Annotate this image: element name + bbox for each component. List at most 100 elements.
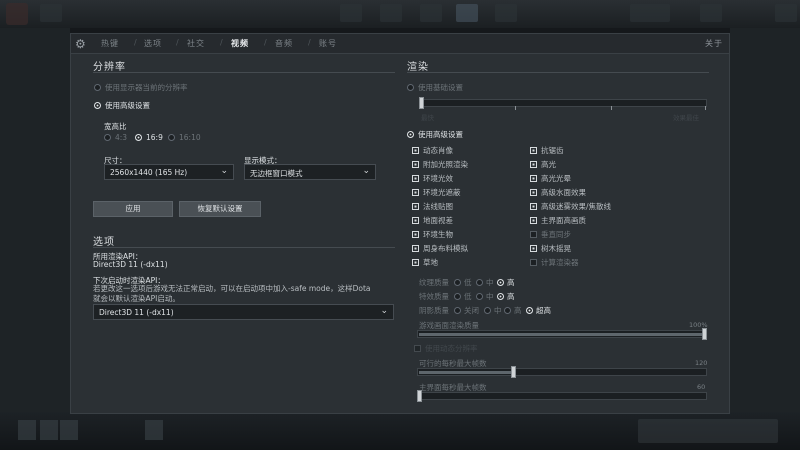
ambient-creatures-checkbox[interactable] [412,231,419,238]
specular-checkbox[interactable] [530,161,537,168]
tab-options[interactable]: 选项 [144,38,162,49]
top-bar-slot [775,4,797,22]
use-advanced-render-radio[interactable] [407,131,414,138]
render-title: 渲染 [407,62,429,73]
tab-video[interactable]: 视频 [231,38,249,49]
shadow-off-radio[interactable] [454,307,461,314]
texture-mid-label: 中 [486,278,494,287]
compute-shader-checkbox[interactable] [530,259,537,266]
shadow-ultra-radio[interactable] [526,307,533,314]
texture-quality-label: 纹理质量 [419,278,449,287]
effects-high-label: 高 [507,292,515,301]
restore-defaults-button[interactable]: 恢复默认设置 [179,201,261,217]
game-logo [6,3,28,25]
use-advanced-res-radio[interactable] [94,102,101,109]
shadow-mid-label: 中 [494,306,502,315]
chevron-down-icon: ⌄ [380,306,388,316]
menu-fps-value: 60 [697,383,706,391]
bottom-bar-slot [145,420,163,440]
aspect-16-10-radio[interactable] [168,134,175,141]
tab-separator: / [134,38,137,47]
shadow-mid-radio[interactable] [484,307,491,314]
chevron-down-icon: ⌄ [362,166,370,176]
max-fps-slider-thumb[interactable] [511,366,517,378]
divider [93,72,395,73]
checkbox-label: 高光光晕 [541,174,571,183]
bloom-checkbox[interactable] [530,175,537,182]
ambient-light-checkbox[interactable] [412,175,419,182]
max-fps-fill [419,371,512,374]
effects-low-label: 低 [464,292,472,301]
advanced-water-checkbox[interactable] [530,189,537,196]
use-advanced-render-label: 使用高级设置 [418,130,463,139]
texture-high-label: 高 [507,278,515,287]
aspect-4-3-label: 4:3 [115,133,128,142]
texture-low-radio[interactable] [454,279,461,286]
dynamic-res-label: 使用动态分辨率 [425,344,478,353]
use-basic-render-radio[interactable] [407,84,414,91]
aspect-ratio-label: 宽高比 [104,122,127,131]
top-bar-slot [456,4,478,22]
tab-account[interactable]: 账号 [319,38,337,49]
tab-social[interactable]: 社交 [187,38,205,49]
display-mode-value: 无边框窗口模式 [250,169,303,178]
portrait-checkbox[interactable] [412,147,419,154]
extra-lighting-checkbox[interactable] [412,161,419,168]
game-right-side [730,28,800,412]
shadow-high-radio[interactable] [504,307,511,314]
effects-mid-radio[interactable] [476,293,483,300]
aspect-16-10-label: 16:10 [179,133,201,142]
aspect-4-3-radio[interactable] [104,134,111,141]
shadow-ultra-label: 超高 [536,306,551,315]
shadow-off-label: 关闭 [464,306,479,315]
next-api-dropdown[interactable]: Direct3D 11 (-dx11) ⌄ [93,304,394,320]
tab-audio[interactable]: 音频 [275,38,293,49]
hq-dashboard-checkbox[interactable] [530,217,537,224]
shadow-high-label: 高 [514,306,522,315]
checkbox-label: 附加光照渲染 [423,160,468,169]
checkbox-label: 法线贴图 [423,202,453,211]
tab-separator: / [308,38,311,47]
display-mode-dropdown[interactable]: 无边框窗口模式 ⌄ [244,164,376,180]
checkbox-label: 高级水面效果 [541,188,586,197]
texture-mid-radio[interactable] [476,279,483,286]
texture-high-radio[interactable] [497,279,504,286]
slider-tick [611,106,612,110]
ground-parallax-checkbox[interactable] [412,217,419,224]
normal-map-checkbox[interactable] [412,203,419,210]
next-api-note: 若更改这一选项后游戏无法正常启动，可以在启动项中加入-safe mode，这样D… [93,284,371,303]
screen-quality-slider-thumb[interactable] [702,328,707,340]
menu-fps-slider-thumb[interactable] [417,390,422,402]
dynamic-res-checkbox[interactable] [414,345,421,352]
menu-fps-slider[interactable] [417,392,707,400]
basic-quality-slider-thumb[interactable] [419,97,424,109]
vsync-checkbox[interactable] [530,231,537,238]
top-bar-slot [40,4,62,22]
use-display-res-radio[interactable] [94,84,101,91]
tree-sway-checkbox[interactable] [530,245,537,252]
screen-quality-fill [419,333,702,336]
checkbox-label: 垂直同步 [541,230,571,239]
about-link[interactable]: 关于 [705,38,723,49]
size-dropdown[interactable]: 2560x1440 (165 Hz) ⌄ [104,164,234,180]
checkbox-label: 环境生物 [423,230,453,239]
basic-quality-slider[interactable] [419,99,707,107]
settings-nav: ⚙ 热键 / 选项 / 社交 / 视频 / 音频 / 账号 关于 [71,34,729,54]
ambient-occlusion-checkbox[interactable] [412,189,419,196]
cloth-sim-checkbox[interactable] [412,245,419,252]
tab-hotkeys[interactable]: 热键 [101,38,119,49]
render-api-value: Direct3D 11 (-dx11) [93,260,168,269]
game-left-side [0,28,70,412]
checkbox-label: 高级迷雾效果/焦散线 [541,202,612,211]
aspect-16-9-radio[interactable] [135,134,142,141]
effects-high-radio[interactable] [497,293,504,300]
antialiasing-checkbox[interactable] [530,147,537,154]
apply-button[interactable]: 应用 [93,201,173,217]
tab-separator: / [220,38,223,47]
grass-checkbox[interactable] [412,259,419,266]
settings-panel: ⚙ 热键 / 选项 / 社交 / 视频 / 音频 / 账号 关于 分辨率 使用显… [70,33,730,414]
effects-low-radio[interactable] [454,293,461,300]
aspect-16-9-label: 16:9 [146,133,163,142]
advanced-fog-checkbox[interactable] [530,203,537,210]
bottom-bar-slot [18,420,36,440]
